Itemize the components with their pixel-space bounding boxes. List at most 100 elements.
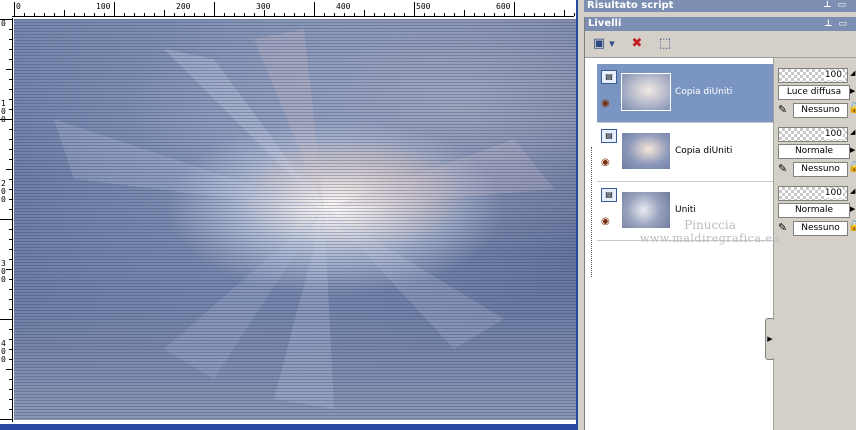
ruler-tick xyxy=(424,13,425,16)
opacity-value: 100 xyxy=(823,70,843,80)
visibility-eye-icon[interactable]: ◉ xyxy=(601,99,615,109)
ruler-tick xyxy=(264,10,265,16)
mask-select[interactable]: Nessuno xyxy=(793,103,848,118)
opacity-arrow-icon[interactable]: ◢ xyxy=(850,187,855,195)
ruler-tick xyxy=(34,13,35,16)
ruler-tick xyxy=(0,419,12,420)
ruler-tick xyxy=(9,49,12,50)
petal-shapes xyxy=(54,29,554,409)
chevron-right-icon[interactable]: ▶ xyxy=(850,144,856,157)
ruler-tick xyxy=(9,339,12,340)
ruler-tick xyxy=(524,13,525,16)
ruler-label: 500 xyxy=(416,2,431,11)
delete-layer-icon: ✖ xyxy=(631,36,643,51)
layer-row[interactable]: ▤ ◉ Copia diUniti xyxy=(597,64,773,123)
opacity-arrow-icon[interactable]: ◢ xyxy=(850,69,855,77)
ruler-tick xyxy=(9,259,12,260)
opacity-value: 100 xyxy=(823,129,843,139)
ruler-tick xyxy=(9,139,12,140)
raster-layer-icon: ▤ xyxy=(601,188,617,202)
canvas-border xyxy=(576,0,578,430)
ruler-tick xyxy=(9,299,12,300)
pin-icon[interactable]: ⊥ xyxy=(824,19,838,29)
ruler-tick xyxy=(9,29,12,30)
ruler-tick xyxy=(544,13,545,16)
layer-name: Uniti xyxy=(675,205,696,215)
blend-mode-select[interactable]: Normale xyxy=(778,203,850,218)
ruler-tick xyxy=(334,13,335,16)
layer-name: Copia diUniti xyxy=(675,146,733,156)
lock-icon[interactable]: 🔓 xyxy=(848,102,856,116)
layer-row[interactable]: ▤ ◉ Copia diUniti xyxy=(597,123,773,182)
ruler-tick xyxy=(9,249,12,250)
panel-titlebar[interactable]: Risultato script ⊥▭ xyxy=(584,0,856,12)
ruler-tick xyxy=(134,13,135,16)
ruler-tick xyxy=(0,119,12,120)
ruler-label: 2 0 0 xyxy=(1,179,6,204)
chevron-right-icon[interactable]: ▶ xyxy=(850,85,856,98)
ruler-tick xyxy=(9,129,12,130)
pin-icon[interactable]: ⊥ xyxy=(823,0,837,10)
watermark-line: www.maldiregrafica.eu xyxy=(639,232,781,245)
ruler-tick xyxy=(504,13,505,16)
ruler-tick xyxy=(9,399,12,400)
ruler-tick xyxy=(554,13,555,16)
ruler-tick xyxy=(9,199,12,200)
mask-select[interactable]: Nessuno xyxy=(793,162,848,177)
dropdown-arrow-icon[interactable]: ▼ xyxy=(607,35,617,53)
titlebar-icons: ⊥▭ xyxy=(824,17,853,31)
opacity-slider[interactable]: 100 xyxy=(778,127,848,142)
panel-titlebar[interactable]: Livelli ⊥▭ xyxy=(585,17,856,31)
layers-toolbar: ▣ ▼ ✖ ⬚ xyxy=(585,31,856,58)
ruler-tick xyxy=(74,13,75,16)
opacity-slider[interactable]: 100 xyxy=(778,68,848,83)
ruler-tick xyxy=(484,13,485,16)
pen-icon[interactable]: ✎ xyxy=(778,103,792,116)
opacity-arrow-icon[interactable]: ◢ xyxy=(850,128,855,136)
chevron-right-icon[interactable]: ▶ xyxy=(850,203,856,216)
watermark: Pinuccia www.maldiregrafica.eu xyxy=(600,218,820,245)
pen-icon[interactable]: ✎ xyxy=(778,162,792,175)
ruler-tick xyxy=(194,13,195,16)
ruler-tick xyxy=(0,219,12,220)
ruler-tick xyxy=(9,279,12,280)
ruler-tick xyxy=(344,13,345,16)
ruler-tick xyxy=(9,189,12,190)
ruler-tick xyxy=(354,13,355,16)
canvas-border xyxy=(0,424,578,430)
ruler-tick xyxy=(9,39,12,40)
ruler-vertical: 0 1 0 0 2 0 0 3 0 0 4 0 0 xyxy=(0,18,13,422)
ruler-tick xyxy=(6,69,12,70)
ruler-tick xyxy=(114,2,115,16)
ruler-tick xyxy=(454,13,455,16)
ruler-tick xyxy=(204,13,205,16)
opacity-slider[interactable]: 100 xyxy=(778,186,848,201)
new-layer-icon: ▣ xyxy=(592,36,606,51)
opacity-value: 100 xyxy=(823,188,843,198)
ruler-tick xyxy=(414,2,415,16)
ruler-tick xyxy=(224,13,225,16)
delete-layer-button[interactable]: ✖ xyxy=(627,35,647,53)
ruler-tick xyxy=(6,269,12,270)
new-layer-button[interactable]: ▣ xyxy=(589,35,609,53)
minimize-icon[interactable]: ▭ xyxy=(837,0,852,10)
lock-icon[interactable]: 🔓 xyxy=(848,220,856,234)
ruler-label: 200 xyxy=(176,2,191,11)
panel-title: Livelli xyxy=(588,18,622,29)
panel-title: Risultato script xyxy=(587,0,674,11)
lock-icon[interactable]: 🔓 xyxy=(848,161,856,175)
ruler-tick xyxy=(6,169,12,170)
visibility-eye-icon[interactable]: ◉ xyxy=(601,158,615,168)
ruler-tick xyxy=(154,13,155,16)
edit-selection-button[interactable]: ⬚ xyxy=(655,35,675,53)
layer-properties-row: 100 ◢ Luce diffusa ▶ ✎ Nessuno 🔓 xyxy=(778,64,856,122)
ruler-tick xyxy=(294,13,295,16)
blend-mode-select[interactable]: Luce diffusa xyxy=(778,85,850,100)
layer-thumbnail xyxy=(621,132,671,170)
ruler-tick xyxy=(44,13,45,16)
image-canvas[interactable] xyxy=(14,19,576,420)
blend-mode-select[interactable]: Normale xyxy=(778,144,850,159)
ruler-tick xyxy=(9,349,12,350)
ruler-tick xyxy=(9,289,12,290)
minimize-icon[interactable]: ▭ xyxy=(838,19,853,29)
